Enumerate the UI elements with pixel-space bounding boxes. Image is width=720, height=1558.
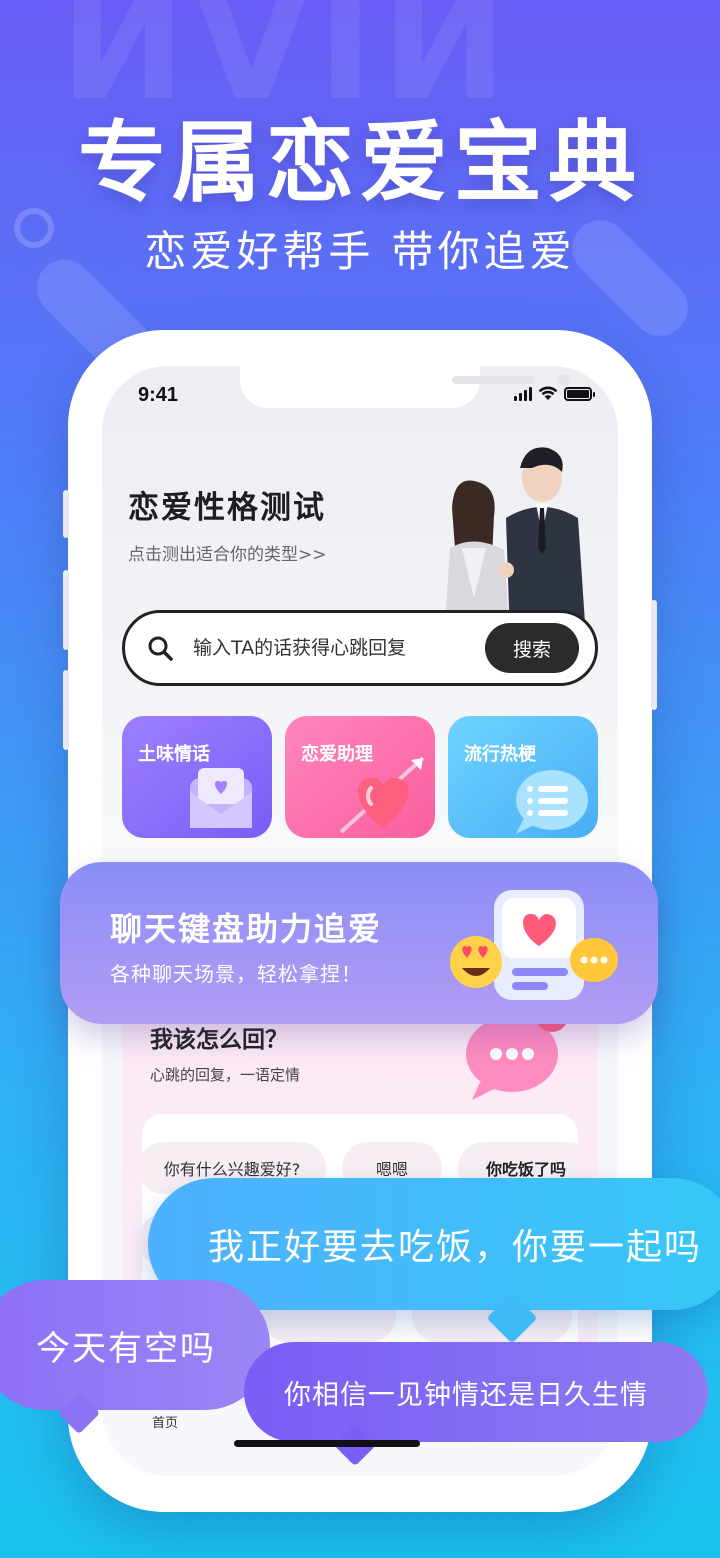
speaker [452, 376, 534, 384]
signal-icon [514, 386, 532, 401]
reply-section-title: 我该怎么回？ [150, 1027, 288, 1053]
feature-tile-pickup-lines[interactable]: 土味情话 [122, 716, 272, 838]
search-button[interactable]: 搜索 [485, 623, 579, 673]
hero-title: 专属恋爱宝典 [77, 111, 642, 214]
love-letter-icon [190, 768, 252, 828]
phone-button [63, 490, 69, 538]
camera [558, 374, 570, 386]
wifi-icon [538, 386, 558, 400]
chat-bubble: 你相信一见钟情还是日久生情 [244, 1342, 708, 1442]
promo-title: 聊天键盘助力追爱 [110, 910, 383, 948]
search-input[interactable] [193, 637, 485, 659]
reply-section-subtitle: 心跳的回复，一语定情 [150, 1066, 301, 1084]
tab-home-label[interactable]: 首页 [152, 1412, 178, 1431]
status-icons [514, 386, 595, 401]
phone-button [651, 600, 657, 710]
phone-notch [240, 366, 570, 408]
phone-button [63, 670, 69, 750]
search-icon [148, 636, 173, 661]
status-time: 9:41 [138, 384, 179, 406]
phone-button [63, 570, 69, 650]
personality-test-link[interactable]: 点击测出适合你的类型>> [128, 540, 327, 565]
chat-bubble-icon [516, 770, 588, 834]
promo-subtitle: 各种聊天场景，轻松拿捏！ [110, 962, 362, 986]
keyboard-promo-card[interactable]: 聊天键盘助力追爱 各种聊天场景，轻松拿捏！ [60, 862, 658, 1024]
phone-heart-emoji-icon [450, 890, 618, 1000]
personality-test-title[interactable]: 恋爱性格测试 [128, 482, 326, 527]
feature-tile-love-assistant[interactable]: 恋爱助理 [285, 716, 435, 838]
search-bar: 搜索 [122, 610, 598, 686]
battery-icon [564, 386, 595, 401]
feature-tile-trending-memes[interactable]: 流行热梗 [448, 716, 598, 838]
heart-arrow-icon [339, 756, 425, 834]
chat-bubble: 今天有空吗 [0, 1280, 270, 1410]
home-indicator[interactable] [234, 1440, 420, 1447]
hero-subtitle: 恋爱好帮手 带你追爱 [144, 227, 576, 276]
